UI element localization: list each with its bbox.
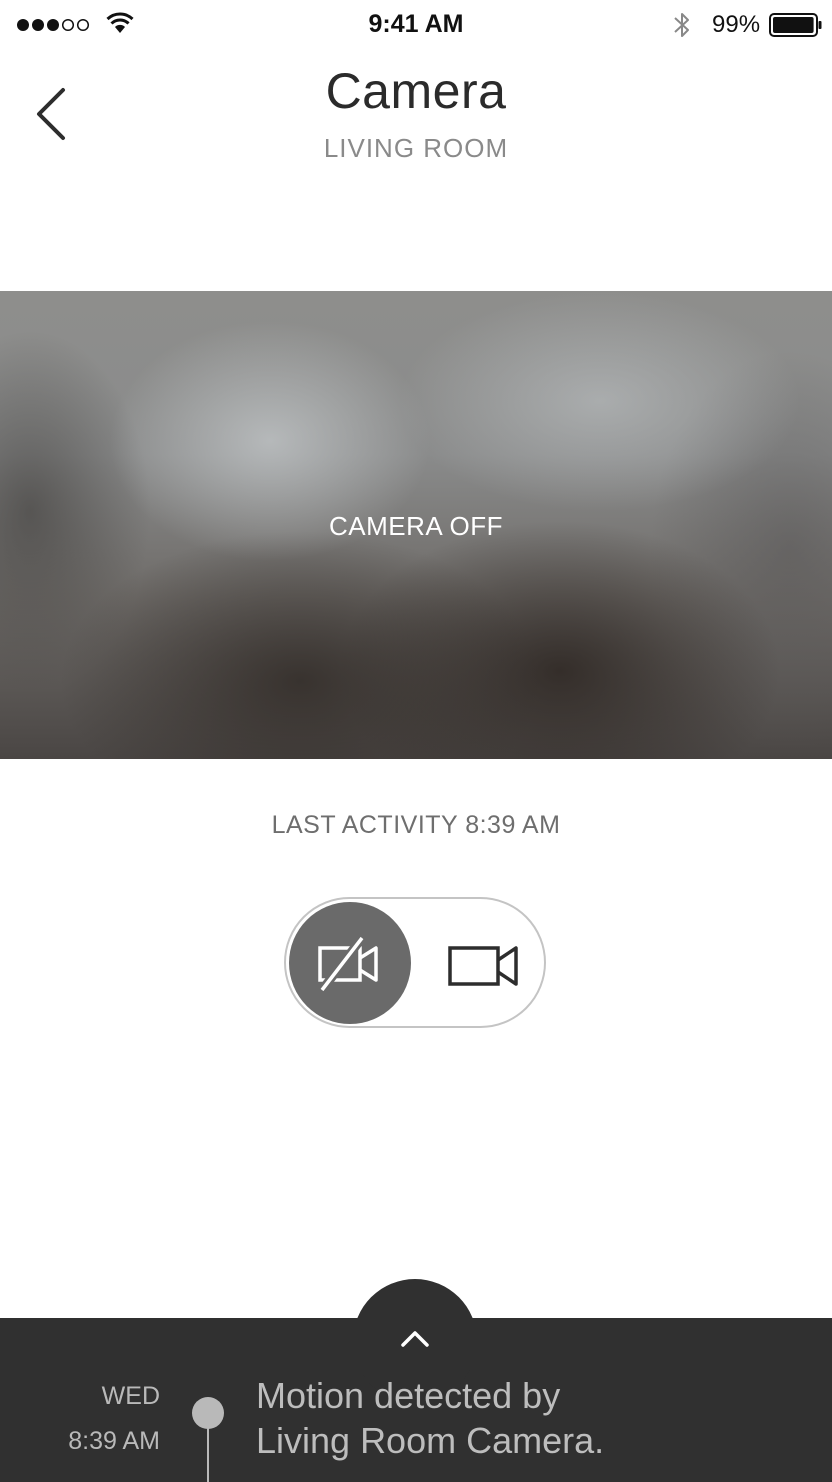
- camera-off-button[interactable]: [289, 902, 411, 1024]
- event-time: 8:39 AM: [68, 1427, 160, 1455]
- chevron-up-icon: [401, 1331, 429, 1347]
- camera-on-button[interactable]: [423, 902, 545, 1024]
- battery-icon: [769, 13, 822, 37]
- timeline-line: [207, 1428, 209, 1482]
- status-time: 9:41 AM: [368, 10, 464, 38]
- camera-feed: CAMERA OFF: [0, 291, 832, 759]
- bluetooth-icon: [674, 13, 689, 37]
- event-day: WED: [101, 1382, 160, 1410]
- page-subtitle: LIVING ROOM: [323, 133, 509, 163]
- battery-percent: 99%: [712, 11, 761, 38]
- event-description[interactable]: Motion detected by Living Room Camera.: [256, 1373, 816, 1463]
- last-activity-label: LAST ACTIVITY 8:39 AM: [271, 811, 561, 839]
- page-title: Camera: [325, 63, 507, 119]
- camera-status-label: CAMERA OFF: [328, 511, 503, 541]
- timeline-dot: [192, 1397, 224, 1429]
- camera-toggle[interactable]: [284, 897, 546, 1028]
- video-off-icon: [318, 936, 378, 992]
- event-description-line-2: Living Room Camera.: [256, 1420, 605, 1461]
- status-bar: 9:41 AM 99%: [0, 0, 832, 50]
- event-description-line-1: Motion detected by: [256, 1375, 561, 1416]
- video-camera-icon: [448, 946, 518, 986]
